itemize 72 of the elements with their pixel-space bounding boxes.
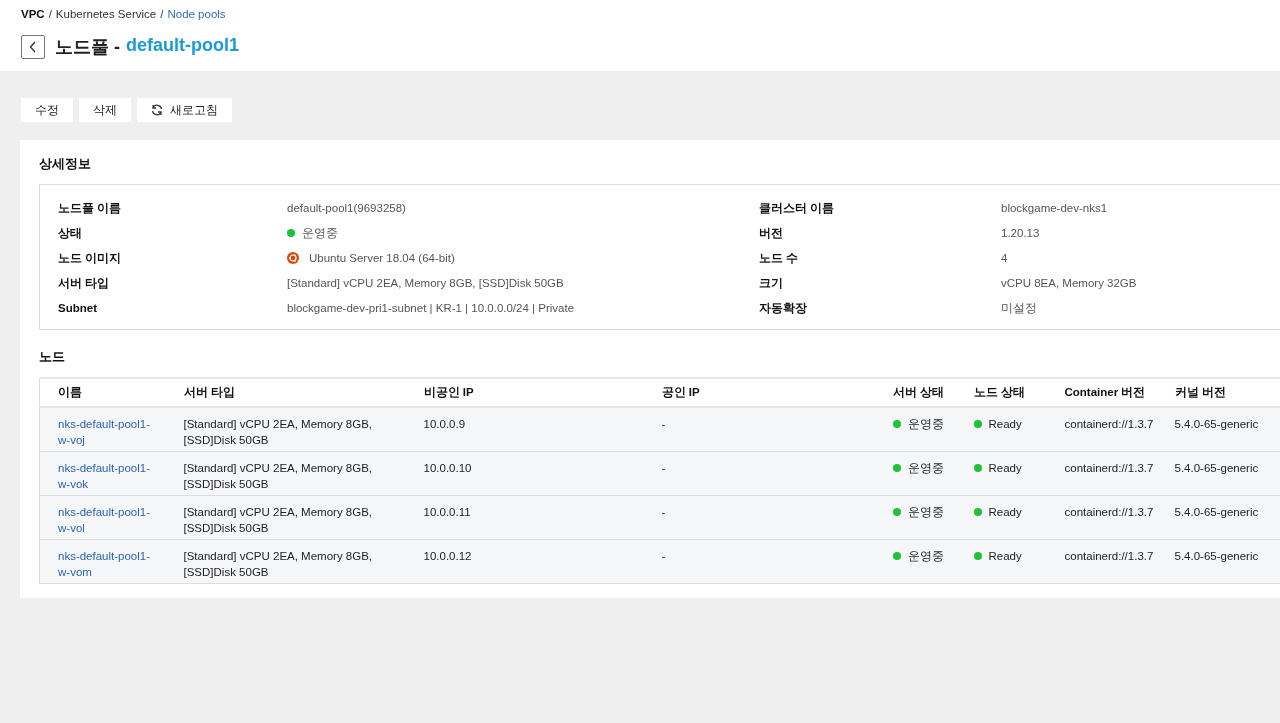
table-cell-text: [Standard] vCPU 2EA, Memory 8GB, [SSD]Disk 50GB xyxy=(183,549,374,580)
breadcrumb-item: VPC xyxy=(21,8,45,20)
table-cell-text: [Standard] vCPU 2EA, Memory 8GB, [SSD]Disk 50GB xyxy=(183,505,374,536)
status-label: Ready xyxy=(988,417,1022,432)
table-cell-text: [Standard] vCPU 2EA, Memory 8GB, [SSD]Disk 50GB xyxy=(183,461,374,492)
table-cell: 10.0.0.9 xyxy=(423,418,466,430)
table-cell: containerd://1.3.7 xyxy=(1064,462,1154,474)
field-label: 노드풀 이름 xyxy=(58,201,123,216)
status-label: Ready xyxy=(988,505,1022,520)
field-value: default-pool1(9693258) xyxy=(287,201,406,216)
field-value: 1.20.13 xyxy=(1001,226,1040,241)
toolbar-button[interactable]: 수정 xyxy=(21,98,73,122)
field-label: 서버 타입 xyxy=(58,276,111,291)
column-header: 서버 상태 xyxy=(882,378,956,407)
field-value: 4 xyxy=(1001,251,1008,266)
field-label: 노드 수 xyxy=(759,251,800,266)
field-label: Subnet xyxy=(58,301,98,316)
status-label: Ready xyxy=(988,461,1022,476)
ubuntu-logo-icon xyxy=(287,252,299,264)
breadcrumb-separator: / xyxy=(48,8,52,20)
field-value: 미설정 xyxy=(1001,301,1037,316)
field-value: blockgame-dev-pri1-subnet | KR-1 | 10.0.0.0/24 | Private xyxy=(287,301,575,316)
toolbar-button[interactable]: 삭제 xyxy=(79,98,131,122)
table-cell: 5.4.0-65-generic xyxy=(1174,550,1259,562)
field-value: [Standard] vCPU 2EA, Memory 8GB, [SSD]Disk 50GB xyxy=(287,276,564,291)
column-header: 공인 IP xyxy=(643,378,883,407)
table-cell: - xyxy=(661,462,666,474)
page-title: 노드풀 - xyxy=(55,36,120,59)
status-label: 운영중 xyxy=(907,505,944,520)
field-value: vCPU 8EA, Memory 32GB xyxy=(1001,276,1137,291)
breadcrumb-separator: / xyxy=(160,8,164,20)
field-label: 자동확장 xyxy=(759,301,808,316)
status-label: Ready xyxy=(988,549,1022,564)
table-cell: - xyxy=(661,506,666,518)
field-label: 버전 xyxy=(759,226,784,241)
refresh-icon xyxy=(151,104,163,116)
table-cell-text: [Standard] vCPU 2EA, Memory 8GB, [SSD]Disk 50GB xyxy=(183,417,374,448)
field-label: 상태 xyxy=(58,226,83,241)
column-header: 커널 버전 xyxy=(1156,378,1280,407)
status-label: 운영중 xyxy=(907,549,944,564)
breadcrumb-link[interactable]: Node pools xyxy=(167,8,226,20)
section-title: 상세정보 xyxy=(39,155,92,173)
chevron-left-icon xyxy=(29,41,37,53)
table-cell: 5.4.0-65-generic xyxy=(1174,418,1259,430)
table-cell: containerd://1.3.7 xyxy=(1064,506,1154,518)
table-cell: containerd://1.3.7 xyxy=(1064,550,1154,562)
field-label: 크기 xyxy=(759,276,784,291)
column-header: 노드 상태 xyxy=(955,378,1047,407)
table-cell: containerd://1.3.7 xyxy=(1064,418,1154,430)
field-label: 노드 이미지 xyxy=(58,251,123,266)
table-cell: 5.4.0-65-generic xyxy=(1174,506,1259,518)
node-pool-name: default-pool1 xyxy=(126,35,239,57)
field-value: blockgame-dev-nks1 xyxy=(1001,201,1108,216)
column-header: 이름 xyxy=(39,378,166,407)
table-cell: - xyxy=(661,418,666,430)
table-cell: 10.0.0.11 xyxy=(423,506,471,518)
column-header: 비공인 IP xyxy=(405,378,644,407)
table-cell: 10.0.0.12 xyxy=(423,550,472,562)
field-label: 클러스터 이름 xyxy=(759,201,836,216)
refresh-button[interactable]: 새로고침 xyxy=(137,98,232,122)
field-value: Ubuntu Server 18.04 (64-bit) xyxy=(309,251,455,266)
table-cell: - xyxy=(661,550,666,562)
column-header: 서버 타입 xyxy=(165,378,406,407)
status-label: 운영중 xyxy=(302,226,338,241)
table-cell: 10.0.0.10 xyxy=(423,462,472,474)
section-title: 노드 xyxy=(39,348,66,366)
back-button[interactable] xyxy=(21,35,45,59)
status-label: 운영중 xyxy=(907,461,944,476)
breadcrumb-item: Kubernetes Service xyxy=(55,8,157,20)
table-cell: 5.4.0-65-generic xyxy=(1174,462,1259,474)
column-header: Container 버전 xyxy=(1046,378,1157,407)
status-label: 운영중 xyxy=(907,417,944,432)
